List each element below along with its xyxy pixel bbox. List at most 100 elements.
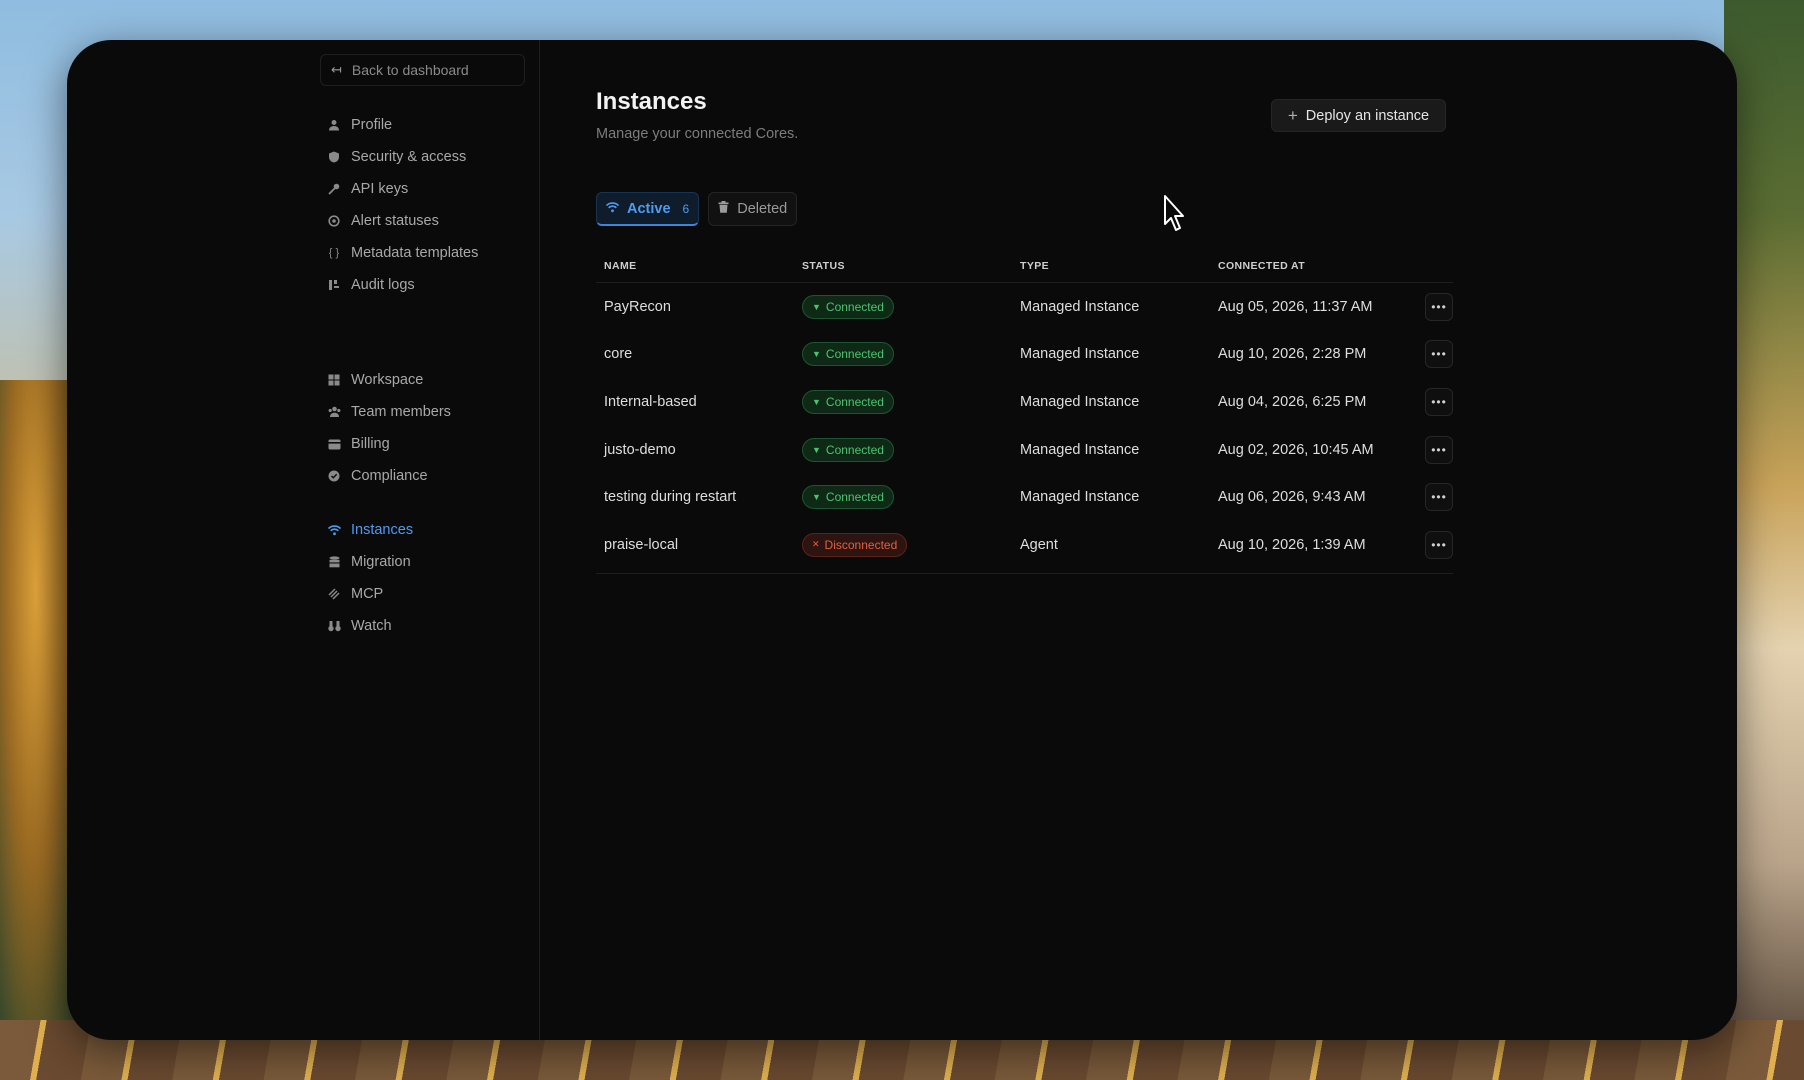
- wifi-icon: ▼: [812, 396, 821, 407]
- sidebar-item-api-keys[interactable]: API keys: [327, 173, 527, 205]
- row-actions-button[interactable]: •••: [1425, 292, 1453, 321]
- status-text: Connected: [825, 299, 884, 314]
- instance-name: justo-demo: [604, 441, 676, 458]
- sidebar-item-security[interactable]: Security & access: [327, 141, 527, 173]
- card-icon: [327, 437, 341, 451]
- braces-icon: { }: [328, 247, 340, 259]
- instance-type: Managed Instance: [1020, 346, 1140, 363]
- tab-deleted-label: Deleted: [737, 201, 788, 217]
- instance-tabs: Active 6 Deleted: [596, 192, 798, 226]
- nav-group-platform: Instances Migration MCP Watch: [327, 514, 527, 642]
- instance-name: Internal-based: [604, 393, 697, 410]
- team-icon: [327, 405, 341, 419]
- status-badge: ▼ Connected: [802, 389, 894, 414]
- row-actions-button[interactable]: •••: [1425, 530, 1453, 559]
- tab-active-count: 6: [682, 201, 690, 216]
- instance-connected-at: Aug 06, 2026, 9:43 AM: [1218, 489, 1366, 506]
- instance-type: Managed Instance: [1020, 298, 1140, 315]
- instances-table: NAME STATUS TYPE CONNECTED AT PayRecon ▼…: [596, 250, 1453, 574]
- sidebar-item-watch[interactable]: Watch: [327, 610, 527, 642]
- alert-icon: [327, 214, 341, 228]
- table-row[interactable]: testing during restart ▼ Connected Manage…: [596, 473, 1453, 521]
- shield-icon: [327, 150, 341, 164]
- more-icon: •••: [1431, 299, 1447, 314]
- status-text: Connected: [825, 394, 884, 409]
- sidebar-item-alert-statuses[interactable]: Alert statuses: [327, 205, 527, 237]
- audit-icon: [327, 278, 341, 292]
- app-window: ↤ Back to dashboard Profile Security & a…: [67, 40, 1737, 1040]
- sidebar-item-audit-logs[interactable]: Audit logs: [327, 269, 527, 301]
- table-row[interactable]: justo-demo ▼ Connected Managed Instance A…: [596, 426, 1453, 474]
- header-connected-at[interactable]: CONNECTED AT: [1218, 260, 1408, 272]
- page-title: Instances: [596, 88, 707, 115]
- wifi-icon: ▼: [812, 444, 821, 455]
- tab-active-label: Active: [627, 200, 671, 217]
- instance-type: Managed Instance: [1020, 393, 1140, 410]
- row-actions-button[interactable]: •••: [1425, 387, 1453, 416]
- back-to-dashboard-button[interactable]: ↤ Back to dashboard: [320, 54, 525, 86]
- instance-connected-at: Aug 10, 2026, 1:39 AM: [1218, 536, 1366, 553]
- instance-name: core: [604, 346, 633, 363]
- header-status[interactable]: STATUS: [802, 260, 1020, 272]
- sidebar-item-workspace[interactable]: Workspace: [327, 364, 527, 396]
- more-icon: •••: [1431, 490, 1447, 505]
- instance-name: praise-local: [604, 536, 679, 553]
- sidebar-item-billing[interactable]: Billing: [327, 428, 527, 460]
- sidebar-item-label: Watch: [351, 618, 392, 634]
- status-text: Connected: [825, 347, 884, 362]
- table-row[interactable]: Internal-based ▼ Connected Managed Instan…: [596, 378, 1453, 426]
- sidebar-item-label: API keys: [351, 181, 409, 197]
- settings-sidebar: ↤ Back to dashboard Profile Security & a…: [67, 40, 540, 1040]
- more-icon: •••: [1431, 347, 1447, 362]
- sidebar-item-label: Migration: [351, 554, 411, 570]
- table-header: NAME STATUS TYPE CONNECTED AT: [596, 250, 1453, 283]
- nav-group-account: Profile Security & access API keys Alert…: [327, 109, 527, 301]
- grid-icon: [327, 373, 341, 387]
- tab-active[interactable]: Active 6: [596, 192, 700, 226]
- sidebar-item-label: Compliance: [351, 468, 428, 484]
- back-to-dashboard-label: Back to dashboard: [351, 62, 469, 78]
- status-badge: ▼ Connected: [802, 342, 894, 367]
- sidebar-item-metadata-templates[interactable]: { } Metadata templates: [327, 237, 527, 269]
- status-badge: ▼ Connected: [802, 437, 894, 462]
- table-row[interactable]: praise-local ✕ Disconnected Agent Aug 10,…: [596, 521, 1453, 569]
- trash-icon: [718, 201, 729, 217]
- key-icon: [327, 182, 341, 196]
- sidebar-item-migration[interactable]: Migration: [327, 546, 527, 578]
- instance-connected-at: Aug 04, 2026, 6:25 PM: [1218, 393, 1367, 410]
- row-actions-button[interactable]: •••: [1425, 483, 1453, 512]
- instance-connected-at: Aug 02, 2026, 10:45 AM: [1218, 441, 1374, 458]
- tab-deleted[interactable]: Deleted: [708, 192, 798, 226]
- status-text: Connected: [825, 490, 884, 505]
- sidebar-item-label: Workspace: [351, 372, 424, 388]
- sidebar-item-label: Security & access: [351, 149, 467, 165]
- deploy-instance-button[interactable]: + Deploy an instance: [1271, 99, 1446, 132]
- nav-group-workspace: Workspace Team members Billing Complianc…: [327, 364, 527, 492]
- instance-connected-at: Aug 10, 2026, 2:28 PM: [1218, 346, 1367, 363]
- plus-icon: +: [1287, 106, 1298, 125]
- sidebar-item-compliance[interactable]: Compliance: [327, 460, 527, 492]
- sidebar-item-label: Billing: [351, 436, 390, 452]
- sidebar-item-label: MCP: [351, 586, 384, 602]
- page-subtitle: Manage your connected Cores.: [596, 126, 799, 142]
- header-type[interactable]: TYPE: [1020, 260, 1218, 272]
- back-arrow-icon: ↤: [331, 62, 342, 77]
- instances-main: Instances Manage your connected Cores. +…: [540, 40, 1737, 1040]
- sidebar-item-mcp[interactable]: MCP: [327, 578, 527, 610]
- status-badge: ✕ Disconnected: [802, 532, 908, 557]
- table-row[interactable]: core ▼ Connected Managed Instance Aug 10,…: [596, 331, 1453, 379]
- sidebar-item-profile[interactable]: Profile: [327, 109, 527, 141]
- table-row[interactable]: PayRecon ▼ Connected Managed Instance Aug…: [596, 283, 1453, 331]
- sidebar-item-label: Alert statuses: [351, 213, 439, 229]
- row-actions-button[interactable]: •••: [1425, 340, 1453, 369]
- status-text: Connected: [825, 442, 884, 457]
- sidebar-item-instances[interactable]: Instances: [327, 514, 527, 546]
- row-actions-button[interactable]: •••: [1425, 435, 1453, 464]
- status-text: Disconnected: [824, 537, 898, 552]
- sidebar-item-team-members[interactable]: Team members: [327, 396, 527, 428]
- instance-name: testing during restart: [604, 489, 737, 506]
- sidebar-item-label: Metadata templates: [351, 245, 479, 261]
- more-icon: •••: [1431, 537, 1447, 552]
- sidebar-item-label: Instances: [351, 522, 414, 538]
- header-name[interactable]: NAME: [596, 260, 802, 272]
